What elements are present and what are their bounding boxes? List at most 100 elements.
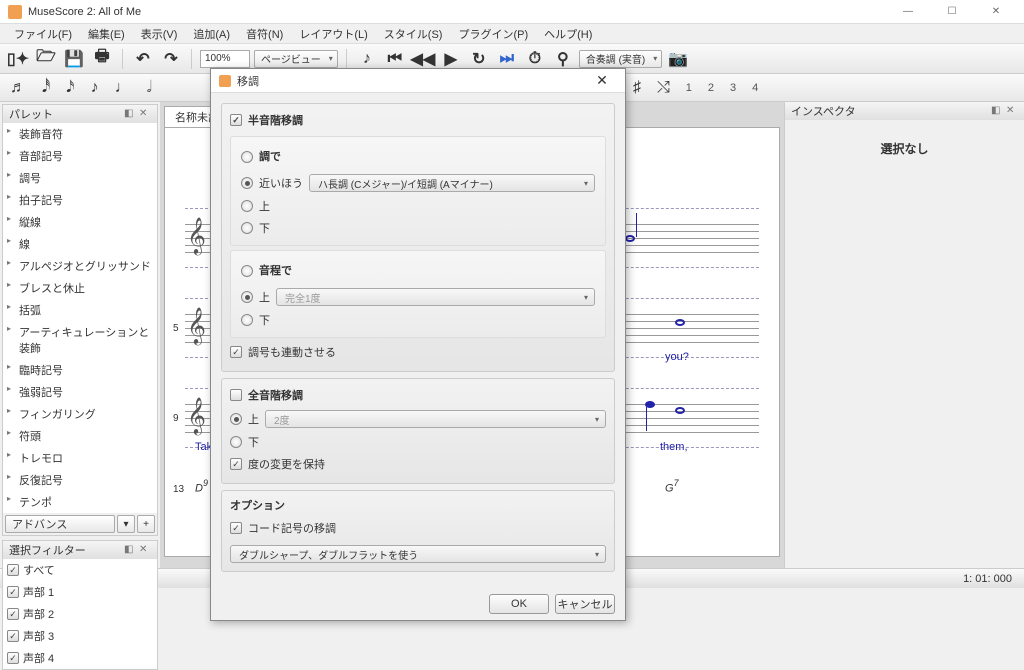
duration-4-icon[interactable]: ♩: [111, 79, 135, 97]
checkbox-icon[interactable]: ✓: [7, 630, 19, 642]
radio-icon[interactable]: [241, 291, 253, 303]
open-file-icon[interactable]: 🗁: [34, 47, 58, 71]
palette-item[interactable]: 調号: [3, 167, 157, 189]
radio-icon[interactable]: [241, 177, 253, 189]
menu-help[interactable]: ヘルプ(H): [536, 24, 600, 44]
undock-icon[interactable]: ◧: [124, 544, 136, 556]
undo-icon[interactable]: ↶: [131, 47, 155, 71]
checkbox-icon[interactable]: ✓: [230, 458, 242, 470]
note-input-icon[interactable]: ♪: [355, 47, 379, 71]
duration-2-icon[interactable]: 𝅗𝅥: [143, 79, 156, 97]
palette-item[interactable]: アルペジオとグリッサンド: [3, 255, 157, 277]
checkbox-icon[interactable]: ✓: [7, 652, 19, 664]
radio-icon[interactable]: [230, 436, 242, 448]
degree-select[interactable]: 2度: [265, 410, 606, 428]
close-button[interactable]: ✕: [976, 2, 1016, 22]
screenshot-icon[interactable]: 📷: [666, 47, 690, 71]
palette-item[interactable]: ブレスと休止: [3, 277, 157, 299]
concert-pitch-dropdown[interactable]: 合奏調 (実音): [579, 50, 662, 68]
menu-view[interactable]: 表示(V): [133, 24, 186, 44]
close-panel-icon[interactable]: ✕: [1006, 105, 1018, 117]
duration-32-icon[interactable]: 𝅘𝅥𝅰: [38, 79, 54, 97]
play-icon[interactable]: ▶: [439, 47, 463, 71]
filter-item[interactable]: ✓声部 2: [3, 603, 157, 625]
radio-icon[interactable]: [241, 265, 253, 277]
radio-icon[interactable]: [241, 151, 253, 163]
note[interactable]: [675, 407, 685, 414]
voice-2[interactable]: 2: [704, 82, 718, 94]
dialog-close-button[interactable]: ✕: [587, 72, 617, 89]
metronome-icon[interactable]: ⏱: [523, 47, 547, 71]
duration-8-icon[interactable]: ♪: [87, 79, 103, 97]
palette-item[interactable]: トレモロ: [3, 447, 157, 469]
menu-file[interactable]: ファイル(F): [6, 24, 80, 44]
menu-plugin[interactable]: プラグイン(P): [450, 24, 536, 44]
filter-item[interactable]: ✓声部 1: [3, 581, 157, 603]
palette-item[interactable]: 縦線: [3, 211, 157, 233]
checkbox-icon[interactable]: ✓: [7, 564, 19, 576]
checkbox-icon[interactable]: ✓: [230, 522, 242, 534]
duration-16-icon[interactable]: 𝅘𝅥𝅯: [62, 79, 78, 97]
checkbox-icon[interactable]: [230, 389, 242, 401]
advance-add-button[interactable]: +: [137, 515, 155, 533]
close-panel-icon[interactable]: ✕: [139, 108, 151, 120]
advance-dropdown[interactable]: アドバンス: [5, 515, 115, 533]
palette-item[interactable]: 装飾音符: [3, 123, 157, 145]
interval-select[interactable]: 完全1度: [276, 288, 595, 306]
new-file-icon[interactable]: ▯✦: [6, 47, 30, 71]
filter-item[interactable]: ✓すべて: [3, 559, 157, 581]
undock-icon[interactable]: ◧: [124, 108, 136, 120]
palette-item[interactable]: テンポ: [3, 491, 157, 513]
radio-icon[interactable]: [241, 200, 253, 212]
palette-item[interactable]: 符頭: [3, 425, 157, 447]
repeat-icon[interactable]: ⏭: [495, 47, 519, 71]
voice-1[interactable]: 1: [682, 82, 696, 94]
radio-icon[interactable]: [241, 222, 253, 234]
checkbox-icon[interactable]: ✓: [7, 586, 19, 598]
palette-item[interactable]: 臨時記号: [3, 359, 157, 381]
menu-edit[interactable]: 編集(E): [80, 24, 133, 44]
filter-item[interactable]: ✓声部 3: [3, 625, 157, 647]
rewind-start-icon[interactable]: ⏮: [383, 47, 407, 71]
palette-item[interactable]: 強弱記号: [3, 381, 157, 403]
cancel-button[interactable]: キャンセル: [555, 594, 615, 614]
checkbox-icon[interactable]: ✓: [230, 114, 242, 126]
accidentals-select[interactable]: ダブルシャープ、ダブルフラットを使う: [230, 545, 606, 563]
filter-item[interactable]: ✓声部 4: [3, 647, 157, 669]
sharp-icon[interactable]: ♯: [629, 79, 645, 97]
checkbox-icon[interactable]: ✓: [230, 346, 242, 358]
print-icon[interactable]: 🖶: [90, 47, 114, 71]
advance-menu-button[interactable]: ▾: [117, 515, 135, 533]
menu-notes[interactable]: 音符(N): [238, 24, 291, 44]
ok-button[interactable]: OK: [489, 594, 549, 614]
key-select[interactable]: ハ長調 (Cメジャー)/イ短調 (Aマイナー): [309, 174, 595, 192]
menu-style[interactable]: スタイル(S): [376, 24, 451, 44]
palette-item[interactable]: 反復記号: [3, 469, 157, 491]
count-in-icon[interactable]: ⚲: [551, 47, 575, 71]
duration-64-icon[interactable]: ♬: [6, 79, 30, 97]
note[interactable]: [675, 319, 685, 326]
checkbox-icon[interactable]: ✓: [7, 608, 19, 620]
radio-icon[interactable]: [230, 413, 242, 425]
palette-item[interactable]: 音部記号: [3, 145, 157, 167]
menu-layout[interactable]: レイアウト(L): [291, 24, 375, 44]
palette-item[interactable]: 拍子記号: [3, 189, 157, 211]
voice-3[interactable]: 3: [726, 82, 740, 94]
flip-icon[interactable]: ⤭: [653, 79, 674, 97]
zoom-input[interactable]: 100%: [200, 50, 250, 68]
palette-item[interactable]: アーティキュレーションと装飾: [3, 321, 157, 359]
palette-item[interactable]: フィンガリング: [3, 403, 157, 425]
voice-4[interactable]: 4: [748, 82, 762, 94]
rewind-icon[interactable]: ◀◀: [411, 47, 435, 71]
pageview-dropdown[interactable]: ページビュー: [254, 50, 338, 68]
undock-icon[interactable]: ◧: [991, 105, 1003, 117]
minimize-button[interactable]: —: [888, 2, 928, 22]
palette-item[interactable]: 括弧: [3, 299, 157, 321]
redo-icon[interactable]: ↷: [159, 47, 183, 71]
menu-add[interactable]: 追加(A): [185, 24, 238, 44]
note[interactable]: [625, 235, 635, 242]
palette-item[interactable]: 線: [3, 233, 157, 255]
close-panel-icon[interactable]: ✕: [139, 544, 151, 556]
loop-icon[interactable]: ↻: [467, 47, 491, 71]
maximize-button[interactable]: ☐: [932, 2, 972, 22]
